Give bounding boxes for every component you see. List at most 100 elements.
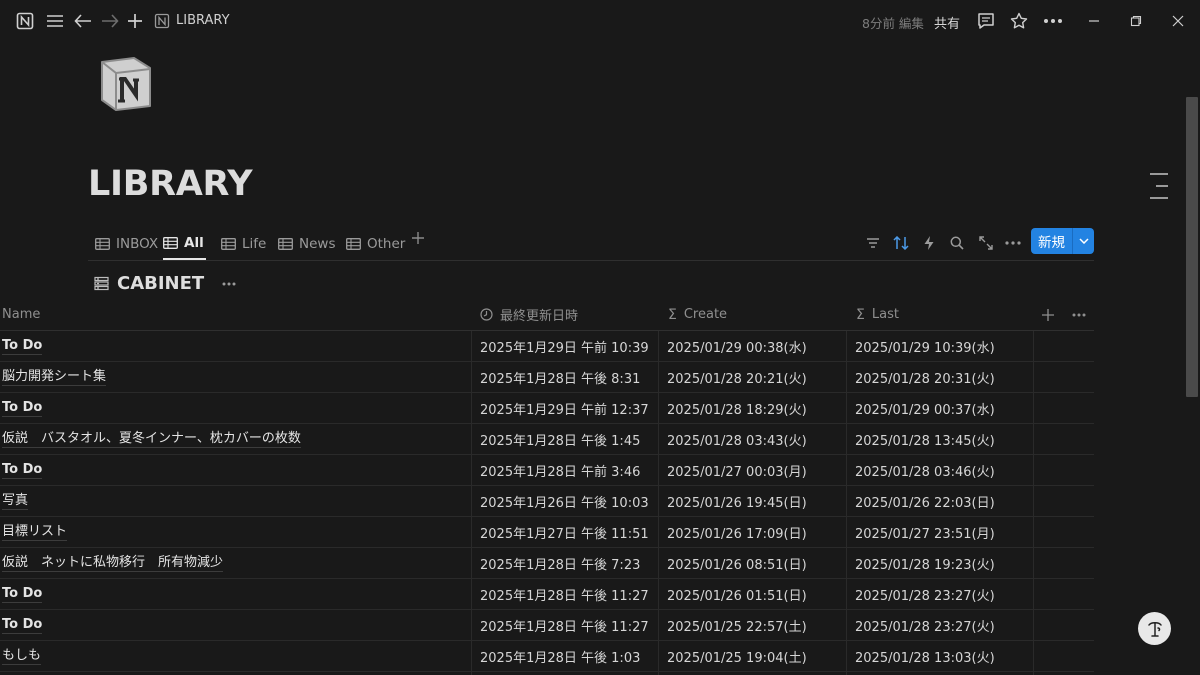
row-name-cell[interactable]: To Do — [2, 393, 43, 423]
row-modified-cell[interactable]: 2025年1月29日 午前 12:37 — [480, 393, 649, 423]
table-row[interactable]: 写真 2025年1月26日 午後 10:03 2025/01/26 19:45(日)… — [0, 486, 1094, 517]
column-header-modified[interactable]: 最終更新日時 — [480, 299, 578, 330]
tab-other[interactable]: Other — [346, 228, 405, 259]
table-row[interactable]: To Do 2025年1月28日 午後 11:27 2025/01/26 01:51… — [0, 579, 1094, 610]
sort-icon[interactable] — [891, 233, 911, 253]
row-name-cell[interactable]: 目標リスト — [2, 517, 68, 547]
row-name-cell[interactable]: 仮説 ネットに私物移行 所有物減少 — [2, 548, 224, 578]
row-name: To Do — [2, 337, 43, 355]
row-modified-cell[interactable]: 2025年1月28日 午後 1:03 — [480, 641, 640, 671]
row-last-cell[interactable]: 2025/01/28 13:45(火) — [855, 424, 995, 454]
row-create-cell[interactable]: 2025/01/27 00:03(月) — [667, 455, 807, 485]
add-view-plus-icon[interactable] — [412, 232, 424, 244]
close-icon[interactable] — [1167, 10, 1189, 32]
breadcrumb-title[interactable]: LIBRARY — [176, 13, 230, 28]
back-arrow-icon[interactable] — [72, 10, 94, 32]
row-modified-cell[interactable]: 2025年1月28日 午後 8:31 — [480, 362, 640, 392]
row-create-cell[interactable]: 2025/01/26 08:51(日) — [667, 548, 807, 578]
page-title[interactable]: LIBRARY — [88, 164, 253, 204]
favorite-star-icon[interactable] — [1008, 10, 1030, 32]
help-button[interactable] — [1138, 612, 1171, 645]
column-more-icon[interactable] — [1072, 299, 1086, 330]
row-name-cell[interactable]: 写真 — [2, 486, 29, 516]
table-row[interactable]: もしも 2025年1月28日 午後 1:03 2025/01/25 19:04(土)… — [0, 641, 1094, 672]
row-modified-cell[interactable]: 2025年1月29日 午前 10:39 — [480, 331, 649, 361]
forward-arrow-icon[interactable] — [99, 10, 121, 32]
row-modified-cell[interactable]: 2025年1月26日 午後 10:03 — [480, 486, 649, 516]
formula-sigma-icon: Σ — [668, 306, 677, 323]
row-last-cell[interactable]: 2025/01/28 13:03(火) — [855, 641, 995, 671]
row-create-cell[interactable]: 2025/01/26 17:09(日) — [667, 517, 807, 547]
row-last-cell[interactable]: 2025/01/29 00:37(水) — [855, 393, 995, 423]
row-create-cell[interactable]: 2025/01/29 00:38(水) — [667, 331, 807, 361]
row-create-cell[interactable]: 2025/01/28 18:29(火) — [667, 393, 807, 423]
table-row[interactable]: To Do 2025年1月29日 午前 10:39 2025/01/29 00:38… — [0, 331, 1094, 362]
automation-lightning-icon[interactable] — [919, 233, 939, 253]
row-modified-cell[interactable]: 2025年1月28日 午後 11:27 — [480, 610, 649, 640]
column-header-create[interactable]: Σ Create — [668, 299, 727, 330]
row-create-cell[interactable]: 2025/01/26 19:45(日) — [667, 486, 807, 516]
table-row[interactable]: To Do 2025年1月28日 午前 3:46 2025/01/27 00:03(… — [0, 455, 1094, 486]
row-modified-cell[interactable]: 2025年1月28日 午後 7:23 — [480, 548, 640, 578]
row-last-cell[interactable]: 2025/01/28 19:23(火) — [855, 548, 995, 578]
table-row[interactable]: 目標リスト 2025年1月27日 午後 11:51 2025/01/26 17:09… — [0, 517, 1094, 548]
table-row[interactable]: To Do 2025年1月29日 午前 12:37 2025/01/28 18:29… — [0, 393, 1094, 424]
chevron-down-icon[interactable] — [1073, 238, 1094, 244]
database-more-icon[interactable] — [222, 282, 236, 286]
notion-logo-icon[interactable] — [14, 10, 36, 32]
tab-life[interactable]: Life — [221, 228, 266, 259]
tab-inbox[interactable]: INBOX — [95, 228, 158, 259]
filter-icon[interactable] — [863, 233, 883, 253]
row-name-cell[interactable]: 仮説 バスタオル、夏冬インナー、枕カバーの枚数 — [2, 424, 301, 454]
row-name-cell[interactable]: To Do — [2, 455, 43, 485]
row-name-cell[interactable]: もしも — [2, 641, 42, 671]
row-create-cell[interactable]: 2025/01/25 19:04(土) — [667, 641, 807, 671]
more-options-icon[interactable] — [1042, 10, 1064, 32]
table-row[interactable]: 脳力開発シート集 2025年1月28日 午後 8:31 2025/01/28 20:… — [0, 362, 1094, 393]
row-create-cell[interactable]: 2025/01/28 03:43(火) — [667, 424, 807, 454]
row-last-cell[interactable]: 2025/01/26 22:03(日) — [855, 486, 995, 516]
row-create-cell[interactable]: 2025/01/28 20:21(火) — [667, 362, 807, 392]
column-header-last[interactable]: Σ Last — [856, 299, 899, 330]
row-name-cell[interactable]: 脳力開発シート集 — [2, 362, 107, 392]
row-name: To Do — [2, 399, 43, 417]
new-page-plus-icon[interactable] — [124, 10, 146, 32]
row-modified-cell[interactable]: 2025年1月28日 午前 3:46 — [480, 455, 640, 485]
row-create-cell[interactable]: 2025/01/26 01:51(日) — [667, 579, 807, 609]
row-last-cell[interactable]: 2025/01/28 20:31(火) — [855, 362, 995, 392]
row-modified-cell[interactable]: 2025年1月27日 午後 11:51 — [480, 517, 649, 547]
tab-all[interactable]: All — [163, 228, 206, 260]
expand-icon[interactable] — [976, 233, 996, 253]
view-more-icon[interactable] — [1003, 233, 1023, 253]
row-last-cell[interactable]: 2025/01/29 10:39(水) — [855, 331, 995, 361]
add-column-plus-icon[interactable] — [1042, 299, 1054, 330]
tab-news[interactable]: News — [278, 228, 335, 259]
row-last-cell[interactable]: 2025/01/28 23:27(火) — [855, 610, 995, 640]
table-row[interactable]: To Do 2025年1月28日 午後 11:27 2025/01/25 22:57… — [0, 610, 1094, 641]
comment-icon[interactable] — [975, 10, 997, 32]
table-row[interactable]: 仮説 ネットに私物移行 所有物減少 2025年1月28日 午後 7:23 2025/… — [0, 548, 1094, 579]
new-button[interactable]: 新規 — [1031, 228, 1094, 254]
row-name: もしも — [2, 647, 42, 665]
row-name-cell[interactable]: To Do — [2, 579, 43, 609]
database-title[interactable]: CABINET — [94, 273, 236, 294]
row-last-cell[interactable]: 2025/01/28 23:27(火) — [855, 579, 995, 609]
minimize-icon[interactable] — [1083, 10, 1105, 32]
column-label: Create — [683, 307, 728, 322]
row-last-cell[interactable]: 2025/01/28 03:46(火) — [855, 455, 995, 485]
search-icon[interactable] — [947, 233, 967, 253]
page-notion-logo-icon[interactable] — [96, 54, 156, 114]
row-create-cell[interactable]: 2025/01/25 22:57(土) — [667, 610, 807, 640]
row-modified-cell[interactable]: 2025年1月28日 午後 11:27 — [480, 579, 649, 609]
row-last-cell[interactable]: 2025/01/27 23:51(月) — [855, 517, 995, 547]
scrollbar-thumb[interactable] — [1186, 97, 1198, 397]
row-name-cell[interactable]: To Do — [2, 331, 43, 361]
column-header-name[interactable]: Name — [2, 299, 40, 330]
menu-icon[interactable] — [44, 10, 66, 32]
table-of-contents-icon[interactable] — [1150, 173, 1168, 209]
share-button[interactable]: 共有 — [934, 13, 960, 32]
table-row[interactable]: 仮説 バスタオル、夏冬インナー、枕カバーの枚数 2025年1月28日 午後 1:4… — [0, 424, 1094, 455]
row-name-cell[interactable]: To Do — [2, 610, 43, 640]
row-modified-cell[interactable]: 2025年1月28日 午後 1:45 — [480, 424, 640, 454]
restore-icon[interactable] — [1125, 10, 1147, 32]
